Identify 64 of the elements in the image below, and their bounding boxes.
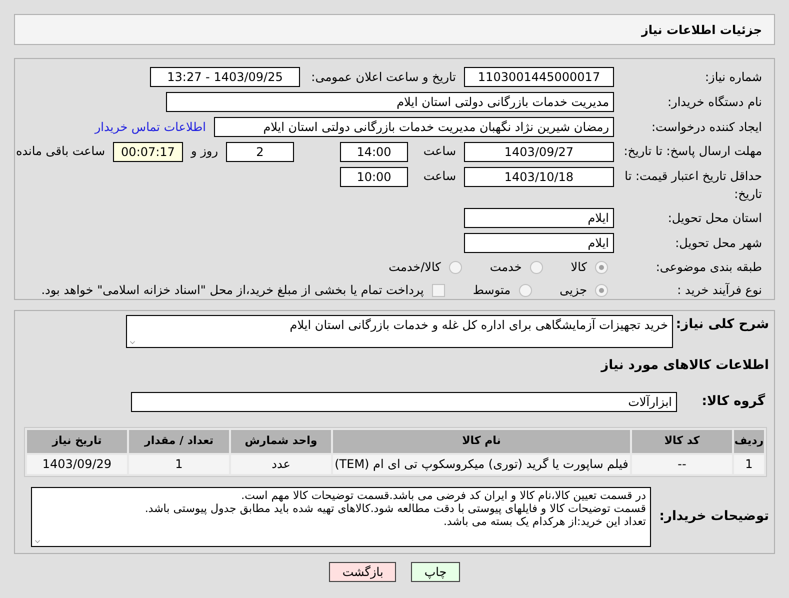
field-label: توضیحات خریدار: xyxy=(659,508,769,526)
radio-button[interactable] xyxy=(595,284,608,296)
column-header: تاریخ نیاز xyxy=(27,430,127,452)
radio-label: متوسط xyxy=(472,282,511,299)
validity-date-field[interactable]: 1403/10/18 xyxy=(464,167,614,187)
field-label: روز و xyxy=(191,143,218,160)
deadline-date-field[interactable]: 1403/09/27 xyxy=(464,142,614,162)
summary-field[interactable]: خرید تجهیزات آزمایشگاهی برای اداره کل غله و خدمات بازرگانی استان ایلام xyxy=(126,315,673,348)
notes-line: در قسمت تعیین کالا،نام کالا و ایران کد فرضی می باشد.قسمت توضیحات کالا مهم است. xyxy=(240,488,646,502)
table-cell: فیلم ساپورت یا گرید (توری) میکروسکوپ تی ای ام (TEM) xyxy=(333,454,630,474)
notes-line: قسمت توضیحات کالا و فایلهای پیوستی با دقت مطالعه شود.کالاهای تهیه شده باید مطابق جدول پیوستی باشد. xyxy=(144,502,646,514)
goods-group-field[interactable]: ابزارآلات xyxy=(131,392,677,412)
need-number-field[interactable]: 1103001445000017 xyxy=(464,67,614,87)
field-label: شماره نیاز: xyxy=(704,69,762,86)
checkbox[interactable] xyxy=(432,284,445,296)
column-header: واحد شمارش xyxy=(231,430,331,452)
radio-label: کالا/خدمت xyxy=(388,259,441,276)
table-cell: -- xyxy=(632,454,732,474)
radio-label: کالا xyxy=(570,259,587,276)
table-cell: 1 xyxy=(734,454,764,474)
remaining-time-field[interactable]: 00:07:17 xyxy=(113,142,183,162)
buyer-contact-link[interactable]: اطلاعات تماس خریدار xyxy=(94,118,206,136)
deadline-time-field[interactable]: 14:00 xyxy=(340,142,408,162)
notes-line: تعداد این خرید:از هرکدام یک بسته می باشد. xyxy=(442,514,646,528)
column-header: نام کالا xyxy=(333,430,630,452)
creator-field[interactable]: رمضان شیرین نژاد نگهبان مدیریت خدمات بازرگانی دولتی استان ایلام xyxy=(214,117,614,137)
province-field[interactable]: ایلام xyxy=(464,208,614,228)
table-cell: 1403/09/29 xyxy=(27,454,127,474)
field-label: حداقل تاریخ اعتبار قیمت: تا تاریخ: xyxy=(624,168,762,203)
section-heading: اطلاعات کالاهای مورد نیاز xyxy=(600,357,769,375)
column-header: تعداد / مقدار xyxy=(129,430,229,452)
field-label: طبقه بندی موضوعی: xyxy=(654,259,762,276)
radio-button[interactable] xyxy=(448,260,462,274)
buyer-notes-field[interactable] xyxy=(31,486,651,546)
field-label: مهلت ارسال پاسخ: تا تاریخ: xyxy=(622,143,762,160)
field-label: نوع فرآیند خرید : xyxy=(676,282,762,299)
field-label: شهر محل تحویل: xyxy=(674,235,762,252)
field-label: تاریخ و ساعت اعلان عمومی: xyxy=(310,69,456,86)
validity-time-field[interactable]: 10:00 xyxy=(340,167,408,187)
radio-label: خدمت xyxy=(490,259,522,276)
radio-button[interactable] xyxy=(518,284,532,296)
field-label: ایجاد کننده درخواست: xyxy=(650,119,762,136)
page-title: جزئیات اطلاعات نیاز xyxy=(641,22,762,38)
column-header: ردیف xyxy=(734,430,764,452)
city-field[interactable]: ایلام xyxy=(464,233,614,253)
radio-button[interactable] xyxy=(530,260,543,274)
back-button[interactable]: بازگشت xyxy=(329,562,396,582)
radio-button[interactable] xyxy=(595,260,608,274)
field-label: استان محل تحویل: xyxy=(666,210,762,227)
field-label: ساعت xyxy=(422,168,456,185)
days-field[interactable]: 2 xyxy=(226,142,294,162)
field-label: نام دستگاه خریدار: xyxy=(666,94,762,111)
table-cell: 1 xyxy=(129,454,229,474)
field-label: ساعت باقی مانده xyxy=(16,143,105,160)
radio-label: جزیی xyxy=(560,282,587,299)
checkbox-label: پرداخت تمام یا بخشی از مبلغ خرید،از محل "اسناد خزانه اسلامی" خواهد بود. xyxy=(41,282,424,299)
print-button[interactable]: چاپ xyxy=(411,562,460,582)
announce-date-field[interactable]: 1403/09/25 - 13:27 xyxy=(150,67,300,87)
column-header: کد کالا xyxy=(632,430,732,452)
field-label: گروه کالا: xyxy=(700,392,765,411)
table-cell: عدد xyxy=(231,454,331,474)
field-label: ساعت xyxy=(422,143,456,160)
buyer-field[interactable]: مدیریت خدمات بازرگانی دولتی استان ایلام xyxy=(166,92,614,112)
summary-text: خرید تجهیزات آزمایشگاهی برای اداره کل غله و خدمات بازرگانی استان ایلام xyxy=(290,318,668,332)
